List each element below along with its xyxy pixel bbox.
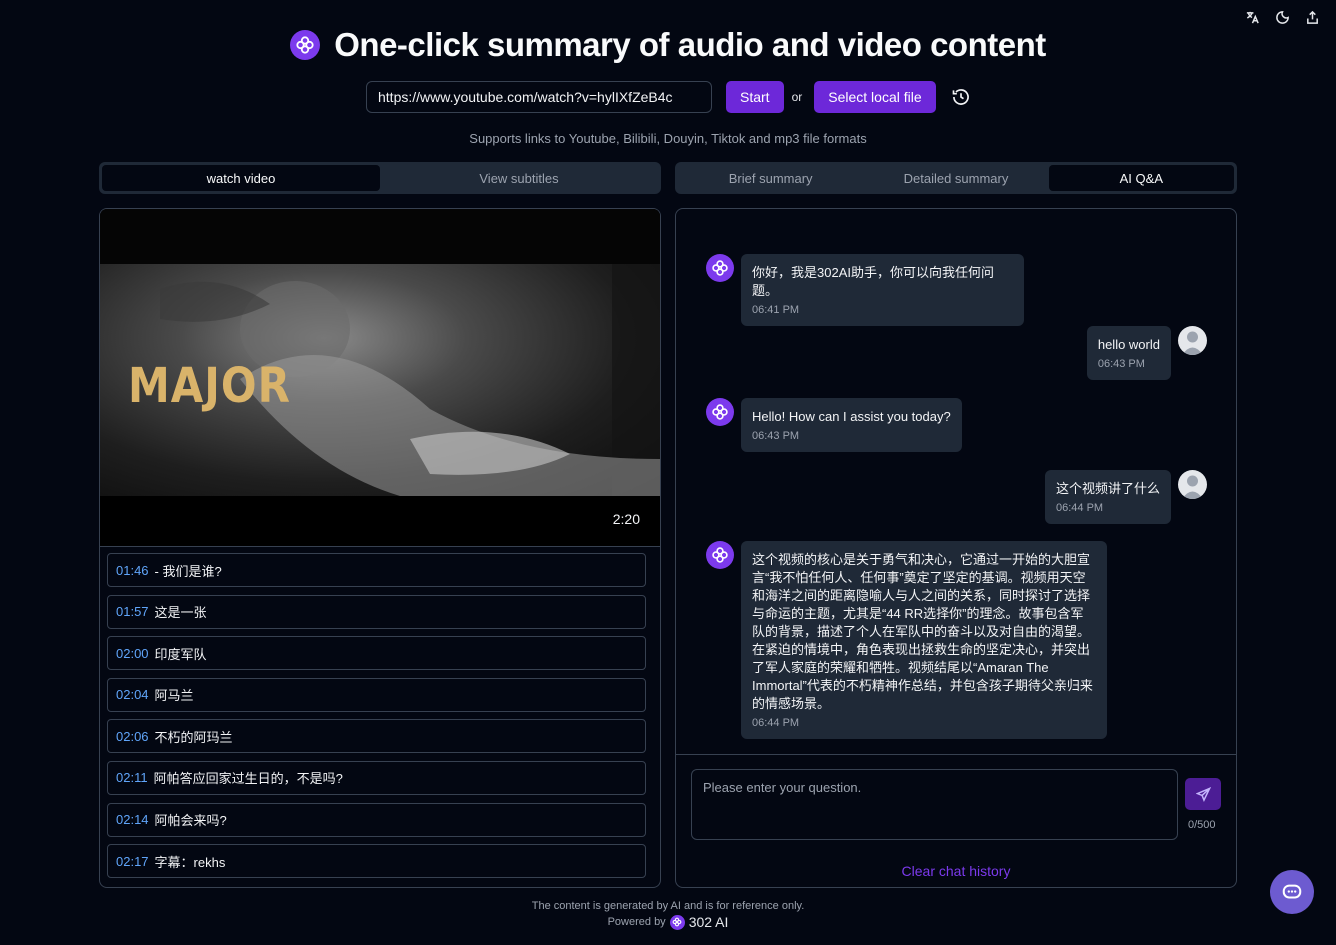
right-tab-bar: Brief summary Detailed summary AI Q&A bbox=[675, 162, 1237, 194]
character-counter: 0/500 bbox=[1188, 819, 1216, 831]
tab-view-subtitles[interactable]: View subtitles bbox=[380, 165, 658, 191]
message-text: 这个视频的核心是关于勇气和决心，它通过一开始的大胆宣言“我不怕任何人、任何事”奠… bbox=[752, 552, 1093, 711]
message-time: 06:43 PM bbox=[752, 430, 800, 442]
assistant-avatar-icon bbox=[706, 398, 734, 426]
message-text: Hello! How can I assist you today? bbox=[752, 409, 951, 424]
share-icon[interactable] bbox=[1304, 9, 1320, 25]
message-time: 06:43 PM bbox=[1097, 358, 1145, 370]
message-bubble: 这个视频的核心是关于勇气和决心，它通过一开始的大胆宣言“我不怕任何人、任何事”奠… bbox=[741, 541, 1107, 739]
tab-brief-summary[interactable]: Brief summary bbox=[678, 165, 863, 191]
send-icon bbox=[1195, 786, 1211, 802]
subtitle-text: 印度军队 bbox=[154, 646, 207, 662]
subtitle-time: 02:06 bbox=[116, 728, 149, 744]
video-player[interactable]: MAJOR 2:20 bbox=[100, 209, 660, 547]
subtitle-item[interactable]: 01:46 - 我们是谁? bbox=[107, 553, 646, 587]
subtitle-text: 字幕：rekhs bbox=[154, 854, 226, 870]
subtitle-item[interactable]: 02:14 阿帕会来吗? bbox=[107, 802, 646, 837]
user-avatar-icon bbox=[1178, 470, 1207, 499]
subtitle-time: 02:00 bbox=[116, 645, 149, 661]
message-bubble: Hello! How can I assist you today? 06:43… bbox=[741, 398, 962, 452]
message-text: 你好，我是302AI助手，你可以向我任何问题。 bbox=[752, 265, 994, 298]
subtitle-text: - 我们是谁? bbox=[154, 563, 222, 579]
supported-formats-text: Supports links to Youtube, Bilibili, Dou… bbox=[469, 131, 867, 146]
video-frame: MAJOR bbox=[100, 209, 660, 496]
powered-by-label: Powered by bbox=[607, 916, 666, 928]
subtitle-time: 02:17 bbox=[116, 853, 149, 869]
chat-bubble-icon bbox=[1282, 884, 1302, 899]
url-input[interactable] bbox=[366, 81, 712, 113]
page-header: One-click summary of audio and video con… bbox=[0, 26, 1336, 64]
brand-name[interactable]: 302 AI bbox=[689, 914, 729, 930]
assistant-avatar-icon bbox=[706, 254, 734, 282]
subtitle-item[interactable]: 02:00 印度军队 bbox=[107, 636, 646, 671]
send-button[interactable] bbox=[1185, 778, 1221, 810]
message-bubble: 你好，我是302AI助手，你可以向我任何问题。 06:41 PM bbox=[741, 254, 1024, 326]
302ai-logo-icon bbox=[669, 914, 685, 930]
history-icon[interactable] bbox=[950, 86, 972, 108]
message-bubble: 这个视频讲了什么 06:44 PM bbox=[1044, 470, 1171, 524]
subtitle-item[interactable]: 01:57 这是一张 bbox=[107, 594, 646, 629]
video-overlay-title: MAJOR bbox=[128, 357, 291, 414]
message-time: 06:44 PM bbox=[1055, 502, 1104, 514]
select-local-file-button[interactable]: Select local file bbox=[814, 81, 936, 113]
message-text: hello world bbox=[1097, 337, 1160, 352]
footer-powered-by: Powered by 302 AI bbox=[0, 914, 1336, 930]
subtitle-time: 02:04 bbox=[116, 687, 149, 703]
assistant-message: 这个视频的核心是关于勇气和决心，它通过一开始的大胆宣言“我不怕任何人、任何事”奠… bbox=[706, 541, 1107, 739]
tab-detailed-summary[interactable]: Detailed summary bbox=[863, 165, 1048, 191]
user-avatar-icon bbox=[1178, 326, 1207, 355]
start-button[interactable]: Start bbox=[726, 81, 784, 113]
302ai-logo-icon bbox=[290, 30, 321, 60]
assistant-message: 你好，我是302AI助手，你可以向我任何问题。 06:41 PM bbox=[706, 254, 1024, 326]
subtitle-time: 01:46 bbox=[116, 562, 149, 578]
message-text: 这个视频讲了什么 bbox=[1055, 481, 1160, 496]
assistant-message: Hello! How can I assist you today? 06:43… bbox=[706, 398, 962, 452]
or-label: or bbox=[791, 90, 803, 104]
tab-watch-video[interactable]: watch video bbox=[102, 165, 380, 191]
subtitle-text: 这是一张 bbox=[154, 605, 207, 621]
subtitle-item[interactable]: 02:11 阿帕答应回家过生日的，不是吗? bbox=[107, 760, 646, 795]
assistant-avatar-icon bbox=[706, 541, 734, 569]
chat-divider bbox=[676, 754, 1236, 755]
subtitle-list: 01:46 - 我们是谁? 01:57 这是一张 02:00 印度军队 02:04 阿马… bbox=[100, 547, 660, 879]
left-tab-bar: watch video View subtitles bbox=[99, 162, 661, 194]
subtitle-text: 阿帕答应回家过生日的，不是吗? bbox=[153, 771, 343, 787]
top-toolbar bbox=[1244, 9, 1320, 25]
subtitle-item[interactable]: 02:17 字幕：rekhs bbox=[107, 844, 646, 879]
subtitle-text: 阿马兰 bbox=[154, 688, 194, 704]
user-message: 这个视频讲了什么 06:44 PM bbox=[1044, 470, 1207, 524]
subtitle-time: 02:14 bbox=[116, 812, 149, 828]
theme-toggle-icon[interactable] bbox=[1274, 9, 1290, 25]
translate-icon[interactable] bbox=[1244, 9, 1260, 25]
clear-chat-history-link[interactable]: Clear chat history bbox=[676, 863, 1236, 879]
message-time: 06:41 PM bbox=[752, 304, 800, 316]
chat-panel: 你好，我是302AI助手，你可以向我任何问题。 06:41 PM hello w… bbox=[675, 208, 1237, 888]
video-panel: MAJOR 2:20 01:46 - 我们是谁? 01:57 这是一张 02:00 印… bbox=[99, 208, 661, 888]
footer-disclaimer: The content is generated by AI and is fo… bbox=[531, 900, 805, 912]
message-bubble: hello world 06:43 PM bbox=[1086, 326, 1171, 380]
subtitle-item[interactable]: 02:06 不朽的阿玛兰 bbox=[107, 719, 646, 754]
tab-ai-qa[interactable]: AI Q&A bbox=[1048, 165, 1234, 191]
page-title: One-click summary of audio and video con… bbox=[334, 26, 1046, 63]
subtitle-text: 阿帕会来吗? bbox=[154, 813, 227, 829]
chat-support-button[interactable] bbox=[1270, 870, 1314, 914]
video-duration: 2:20 bbox=[612, 511, 640, 527]
url-input-row: Start or Select local file bbox=[366, 81, 972, 113]
subtitle-time: 02:11 bbox=[116, 770, 148, 786]
user-message: hello world 06:43 PM bbox=[1086, 326, 1207, 380]
subtitle-item[interactable]: 02:04 阿马兰 bbox=[107, 677, 646, 712]
subtitle-time: 01:57 bbox=[116, 604, 149, 620]
question-input[interactable] bbox=[691, 769, 1178, 840]
message-time: 06:44 PM bbox=[752, 717, 800, 729]
subtitle-text: 不朽的阿玛兰 bbox=[154, 729, 233, 745]
